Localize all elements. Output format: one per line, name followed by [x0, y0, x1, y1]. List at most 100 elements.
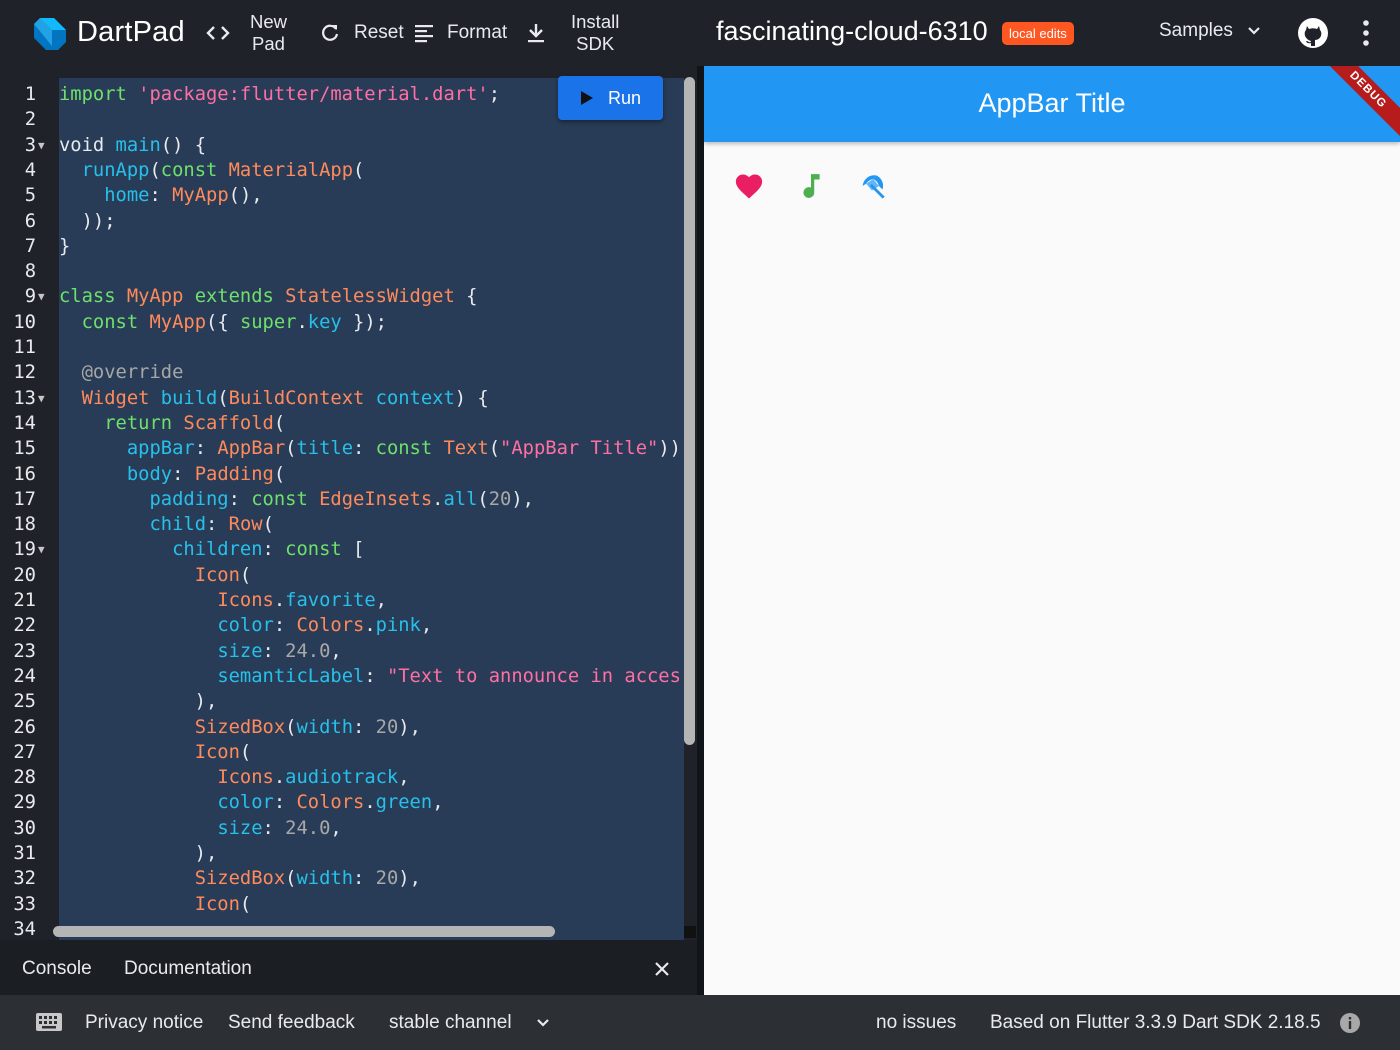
code-line[interactable]: 24 semanticLabel: "Text to announce in a… [0, 664, 697, 689]
split-divider[interactable] [697, 66, 704, 995]
code-token: body [126, 463, 173, 485]
channel-dropdown[interactable]: stable channel [389, 1012, 550, 1034]
code-line[interactable]: 10 const MyApp({ super.key }); [0, 310, 697, 335]
code-token: extends [194, 286, 286, 308]
code-line[interactable]: 26 SizedBox(width: 20), [0, 715, 697, 740]
code-line[interactable]: 5 home: MyApp(), [0, 183, 697, 208]
code-editor[interactable]: 1 import 'package:flutter/material.dart';… [0, 66, 697, 940]
run-button[interactable]: Run [558, 76, 663, 120]
code-line[interactable]: 7} [0, 234, 697, 259]
code-line[interactable]: 16 body: Padding( [0, 462, 697, 487]
code-token: runApp [81, 159, 150, 181]
code-line[interactable]: 19 ▼ children: const [ [0, 537, 697, 562]
code-token: Text [443, 438, 489, 460]
code-line[interactable]: 31 ), [0, 841, 697, 866]
download-icon [528, 24, 544, 43]
line-number: 21 [13, 590, 36, 611]
code-token: () { [160, 134, 207, 156]
code-line[interactable]: 12 @override [0, 360, 697, 385]
reset-label: Reset [354, 22, 404, 43]
code-line[interactable]: 9 ▼ class MyApp extends StatelessWidget { [0, 284, 697, 309]
code-token: ( [239, 741, 252, 763]
code-line[interactable]: 14 return Scaffold( [0, 411, 697, 436]
code-text: return Scaffold( [59, 411, 285, 436]
code-token: ; [488, 84, 500, 105]
editor-vertical-scroll-thumb[interactable] [684, 77, 695, 745]
code-token: Colors [296, 615, 365, 637]
code-token: ( [239, 893, 252, 915]
issues-status[interactable]: no issues [876, 1012, 956, 1034]
code-line[interactable]: 13 ▼ Widget build(BuildContext context) { [0, 386, 697, 411]
code-token: context [375, 387, 455, 409]
code-token: , [330, 817, 342, 839]
code-line[interactable]: 20 Icon( [0, 563, 697, 588]
code-line[interactable]: 6 )); [0, 209, 697, 234]
code-line[interactable]: 27 Icon( [0, 740, 697, 765]
preview-app-bar-title: AppBar Title [978, 88, 1126, 118]
code-line[interactable]: 28 Icons.audiotrack, [0, 765, 697, 790]
fold-toggle-icon[interactable]: ▼ [38, 133, 45, 158]
code-line[interactable]: 23 size: 24.0, [0, 639, 697, 664]
send-feedback-link[interactable]: Send feedback [228, 1012, 355, 1034]
github-icon[interactable] [1297, 17, 1329, 49]
app-title: DartPad [77, 16, 185, 48]
fold-toggle-icon[interactable]: ▼ [38, 537, 45, 562]
fold-toggle-icon[interactable]: ▼ [38, 386, 45, 411]
samples-dropdown[interactable]: Samples [1159, 20, 1261, 42]
code-line[interactable]: 30 size: 24.0, [0, 816, 697, 841]
console-panel: Console Documentation [0, 940, 697, 995]
code-token: ), [398, 716, 421, 738]
code-token: color [217, 792, 274, 814]
code-token: : [273, 792, 297, 814]
code-line[interactable]: 32 SizedBox(width: 20), [0, 866, 697, 891]
keyboard-icon[interactable] [35, 1011, 63, 1033]
reset-button[interactable]: Reset [320, 0, 404, 66]
code-line[interactable]: 8 [0, 259, 697, 284]
format-align-icon [415, 25, 433, 43]
code-line[interactable]: 17 padding: const EdgeInsets.all(20), [0, 487, 697, 512]
editor-horizontal-scroll-thumb[interactable] [53, 926, 555, 937]
format-button[interactable]: Format [414, 0, 507, 66]
code-token: EdgeInsets [319, 488, 433, 510]
close-icon[interactable] [653, 960, 671, 978]
code-text: children: const [ [59, 537, 364, 562]
code-token: . [273, 590, 286, 611]
code-token: pink [375, 615, 421, 637]
new-pad-button[interactable]: New Pad [206, 0, 287, 66]
code-token: ( [285, 438, 297, 460]
code-text: Icon( [59, 740, 252, 765]
code-line[interactable]: 29 color: Colors.green, [0, 790, 697, 815]
code-line[interactable]: 18 child: Row( [0, 512, 697, 537]
line-number: 27 [13, 741, 36, 763]
code-line[interactable]: 4 runApp(const MaterialApp( [0, 158, 697, 183]
pad-title[interactable]: fascinating-cloud-6310 [716, 16, 988, 47]
code-line[interactable]: 11 [0, 335, 697, 360]
code-line[interactable]: 33 Icon( [0, 892, 697, 917]
tab-documentation[interactable]: Documentation [124, 958, 252, 980]
app-preview[interactable]: AppBar Title DEBUG [704, 66, 1400, 995]
code-token: Icon [194, 741, 240, 763]
line-number: 28 [13, 767, 36, 789]
code-line[interactable]: 21 Icons.favorite, [0, 588, 697, 613]
line-number: 13 [13, 387, 36, 409]
code-line[interactable]: 15 appBar: AppBar(title: const Text("App… [0, 436, 697, 461]
code-line[interactable]: 22 color: Colors.pink, [0, 613, 697, 638]
code-token: void [59, 134, 116, 156]
code-token: : [353, 868, 376, 890]
fold-toggle-icon[interactable]: ▼ [38, 284, 45, 309]
code-line[interactable]: 3 ▼ void main() { [0, 133, 697, 158]
code-line[interactable]: 25 ), [0, 689, 697, 714]
more-vert-icon[interactable] [1358, 20, 1374, 46]
code-token: main [115, 134, 161, 156]
line-number: 14 [13, 412, 36, 434]
install-sdk-button[interactable]: Install SDK [527, 0, 619, 66]
chevron-down-icon [536, 1019, 549, 1027]
tab-console[interactable]: Console [22, 958, 92, 980]
code-token: Icons [217, 767, 274, 789]
info-icon[interactable] [1339, 1012, 1361, 1034]
privacy-notice-link[interactable]: Privacy notice [85, 1012, 203, 1034]
